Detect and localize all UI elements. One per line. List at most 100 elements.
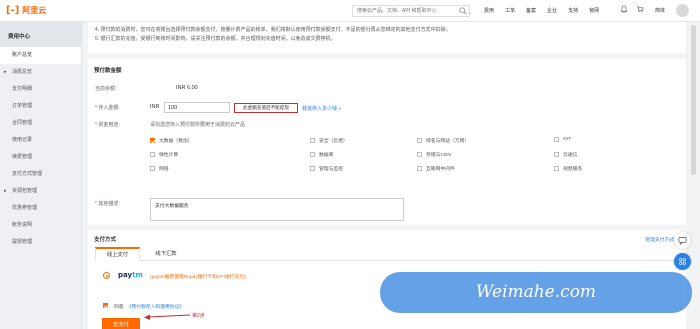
- product-checkbox-ecs[interactable]: 弹性计算: [150, 151, 178, 158]
- checkbox-label: 弹性计算: [159, 153, 179, 158]
- checkbox-label: 云通信: [563, 153, 578, 158]
- notice-line-5: 5. 银行汇款的充值，受银行到账时间影响，请关注预付款的余额，并合理规划充值时间…: [95, 35, 336, 42]
- prepaid-section-title: 预付款金额: [94, 68, 122, 74]
- how-much-link[interactable]: 我该存入多少钱 »: [302, 105, 341, 112]
- usage-label-row: * 资金用途:: [95, 121, 120, 128]
- paytm-logo-pay: pay: [118, 271, 133, 279]
- product-checkbox-video[interactable]: 视频服务: [554, 165, 582, 172]
- usage-hint: 请勾选您存入预付款所要用于消费的云产品: [150, 122, 246, 128]
- checkbox-checked[interactable]: [103, 303, 108, 308]
- sidebar-item-coupons[interactable]: 优惠券管理: [0, 200, 81, 217]
- sidebar-item-orders[interactable]: 订单管理: [0, 98, 81, 115]
- sidebar-item-usage[interactable]: 使用记录: [0, 132, 81, 149]
- paytm-logo-tm: tm: [132, 271, 143, 279]
- logo-text: 阿里云: [22, 6, 47, 15]
- amount-input[interactable]: [164, 102, 230, 113]
- usage-label: 资金用途:: [98, 122, 120, 128]
- desc-label-row: * 其他描述:: [95, 200, 120, 207]
- payment-section-title: 支付方式: [94, 237, 117, 243]
- checkbox-label: 数据库: [319, 153, 334, 158]
- agree-text: 同意 《预付款存入和使用协议》: [114, 303, 184, 310]
- balance-value: INR 6.00: [176, 85, 198, 91]
- product-checkbox-monitoring[interactable]: 管理与监控: [310, 165, 343, 172]
- product-checkbox-domain[interactable]: 域名与网站（万网）: [417, 137, 469, 144]
- product-checkbox-database[interactable]: 数据库: [310, 151, 333, 158]
- checkbox[interactable]: [310, 138, 315, 143]
- search-box[interactable]: [352, 5, 470, 17]
- checkbox-label: 互联网中间件: [426, 167, 455, 172]
- nav-icp[interactable]: 备案: [526, 7, 536, 14]
- tab-offline-transfer[interactable]: 线下汇款: [145, 247, 187, 261]
- avatar[interactable]: [676, 4, 689, 17]
- checkbox-checked[interactable]: [150, 138, 155, 143]
- chat-button[interactable]: [674, 232, 691, 249]
- amount-label-row: * 存入金额:: [95, 104, 120, 111]
- sidebar-item-billing-notes[interactable]: 帐务说明: [0, 217, 81, 234]
- checkbox[interactable]: [417, 138, 422, 143]
- step-label: 第2步: [192, 313, 205, 319]
- description-textarea[interactable]: 支付大数据服务: [150, 198, 404, 221]
- paytm-radio[interactable]: [103, 272, 110, 279]
- watermark: Weimahe.com: [380, 272, 692, 313]
- checkbox[interactable]: [554, 137, 559, 142]
- checkbox[interactable]: [554, 166, 559, 171]
- nav-enterprise[interactable]: 企业: [547, 7, 557, 14]
- cart-icon[interactable]: [636, 5, 644, 13]
- sidebar-item-consumption[interactable]: 消费总览: [0, 64, 81, 81]
- top-nav: 费用 工单 备案 企业 支持 官网: [484, 7, 599, 14]
- sidebar-item-contracts[interactable]: 合同管理: [0, 115, 81, 132]
- agree-label: 同意: [114, 305, 124, 310]
- scrollbar[interactable]: [691, 25, 696, 175]
- notice-box: 4. 预付款的消费时，您可在收银台选择预付款余额支付，按量计费产品的账单，我们将…: [88, 22, 686, 53]
- checkbox-label: 大数据（数加）: [159, 139, 193, 144]
- sidebar-item-payment-methods[interactable]: 支付方式管理: [0, 166, 81, 183]
- apps-button[interactable]: [674, 253, 691, 270]
- product-checkbox-storage[interactable]: 存储与CDN: [417, 151, 451, 158]
- product-checkbox-cloud-comm[interactable]: 云通信: [554, 151, 577, 158]
- language-switch[interactable]: 简体: [655, 7, 665, 14]
- arrow-left-icon: [144, 314, 191, 320]
- checkbox-label: 视频服务: [563, 167, 583, 172]
- prepaid-card: 预付款金额 当前余额: INR 6.00 * 存入金额: INR 此金额充值后不…: [88, 59, 686, 225]
- nav-fees[interactable]: 费用: [484, 7, 494, 14]
- product-checkbox-security[interactable]: 安全（云盾）: [310, 137, 348, 144]
- aliyun-logo[interactable]: [-] 阿里云: [6, 5, 46, 16]
- pay-button[interactable]: 去支付: [102, 318, 140, 329]
- sidebar-item-payment-details[interactable]: 支付明细: [0, 81, 81, 98]
- checkbox[interactable]: [150, 166, 155, 171]
- logo-icon: [-]: [6, 5, 20, 16]
- product-checkbox-bigdata[interactable]: 大数据（数加）: [150, 137, 193, 144]
- balance-label: 当前余额:: [95, 86, 117, 92]
- checkbox-label: 网络: [159, 167, 169, 172]
- nav-official[interactable]: 官网: [589, 7, 599, 14]
- top-bar: [-] 阿里云 费用 工单 备案 企业 支持 官网 简体: [0, 0, 700, 22]
- tab-online-payment[interactable]: 线上支付: [95, 247, 140, 261]
- agreement-link[interactable]: 《预付款存入和使用协议》: [127, 305, 185, 310]
- bell-icon[interactable]: [620, 5, 628, 13]
- product-checkbox-network[interactable]: 网络: [150, 165, 169, 172]
- nav-support[interactable]: 支持: [568, 7, 578, 14]
- search-input[interactable]: [353, 6, 457, 16]
- paytm-description: (paytm推荐使用Rupay银行卡和UPI进行支付): [150, 275, 246, 280]
- payment-tabs: 线上支付 线下汇款: [95, 247, 679, 261]
- agree-checkbox[interactable]: [103, 303, 108, 308]
- sidebar-item-withdrawal[interactable]: 提现管理: [0, 234, 81, 251]
- amount-currency: INR: [150, 104, 160, 110]
- sidebar-title: 费用中心: [0, 22, 81, 47]
- nav-tickets[interactable]: 工单: [505, 7, 515, 14]
- checkbox-label: 安全（云盾）: [319, 139, 348, 144]
- checkbox[interactable]: [554, 152, 559, 157]
- product-checkbox-middleware[interactable]: 互联网中间件: [417, 165, 455, 172]
- checkbox[interactable]: [150, 152, 155, 157]
- sidebar-item-account-overview[interactable]: 账户总览: [0, 47, 81, 64]
- checkbox[interactable]: [417, 152, 422, 157]
- product-checkbox-iot[interactable]: IOT: [554, 137, 571, 142]
- sidebar-item-resource-packs[interactable]: 资源包管理: [0, 183, 81, 200]
- sidebar-item-renewal[interactable]: 续费管理: [0, 149, 81, 166]
- chat-icon: [678, 236, 687, 245]
- checkbox[interactable]: [417, 166, 422, 171]
- checkbox[interactable]: [310, 152, 315, 157]
- search-icon[interactable]: [459, 7, 467, 15]
- paytm-logo: paytm: [118, 271, 143, 279]
- checkbox[interactable]: [310, 166, 315, 171]
